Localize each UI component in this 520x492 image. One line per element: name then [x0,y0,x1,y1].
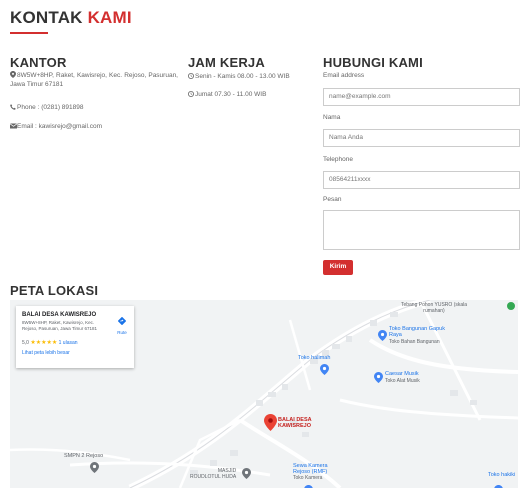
kantor-address: 8W5W+8HP, Raket, Kawisrejo, Kec. Rejoso,… [10,71,178,89]
title-underline [10,32,48,34]
place-toko-halimah[interactable]: Toko halimah [298,355,330,361]
rating-value: 5,0 [22,340,29,346]
page-title-accent: KAMI [87,8,132,27]
place-toko-hakiki[interactable]: Toko hakiki [488,472,515,478]
place-balai-desa-line2: KAWISREJO [278,423,312,429]
pesan-textarea[interactable] [323,210,520,250]
route-label: Rute [117,330,127,335]
map-embed[interactable]: BALAI DESA KAWISREJO 8W5W+8HP, Raket, Ka… [10,300,518,488]
map-marker-icon [10,71,16,78]
jam-kerja-heading: JAM KERJA [188,55,265,70]
map-info-card: BALAI DESA KAWISREJO 8W5W+8HP, Raket, Ka… [16,306,134,368]
directions-icon [117,316,127,326]
kantor-phone-text: Phone : (0281) 891898 [17,104,84,111]
mosque-pin-icon[interactable] [242,466,251,484]
envelope-icon [9,123,18,129]
place-toko-bangunan-sub: Toko Bahan Bangunan [389,339,440,345]
page-title: KONTAK KAMI [10,8,132,28]
map-card-rating: 5,0 ★★★★★ 1 ulasan [22,339,78,346]
route-button[interactable]: Rute [116,312,128,335]
phone-label: Telephone [323,156,353,163]
nama-label: Nama [323,114,341,121]
place-sewa-kamera[interactable]: Sewa Kamera Rejoso (RMF) [293,463,328,475]
rating-stars-icon: ★★★★★ [30,340,58,346]
place-masjid-line2: ROUDLOTUL HUDA [190,474,237,480]
place-masjid[interactable]: MASJID ROUDLOTUL HUDA [190,468,236,480]
phone-field[interactable]: 08564211xxxx [323,171,520,189]
place-smpn[interactable]: SMPN 2 Rejoso [64,453,103,459]
map-card-title: BALAI DESA KAWISREJO [22,312,97,318]
red-location-pin-icon[interactable] [264,414,277,436]
kantor-email-text: Email : kawisrejo@gmail.com [17,123,102,130]
map-card-address: 8W5W+8HP, Raket, Kawisrejo, Kec. Rejoso,… [22,320,98,331]
hubungi-heading: HUBUNGI KAMI [323,55,423,70]
shopping-pin-icon[interactable] [494,480,503,488]
green-pin-icon [506,300,516,316]
phone-icon [10,104,16,110]
jam-kerja-line1-text: Senin - Kamis 08.00 - 13.00 WIB [195,73,290,80]
place-caesar-sub: Toko Alat Musik [385,378,420,384]
email-label: Email address [323,72,365,79]
email-field[interactable]: name@example.com [323,88,520,106]
kantor-address-text: 8W5W+8HP, Raket, Kawisrejo, Kec. Rejoso,… [10,72,178,88]
peta-heading: PETA LOKASI [10,283,99,298]
clock-icon [188,73,194,79]
shopping-pin-icon[interactable] [320,362,329,380]
kantor-phone: Phone : (0281) 891898 [10,103,84,112]
jam-kerja-line2-text: Jumat 07.30 - 11.00 WIB [195,91,267,98]
shopping-pin-icon[interactable] [374,370,383,388]
clock-icon [188,91,194,97]
shopping-pin-icon[interactable] [304,480,313,488]
kantor-heading: KANTOR [10,55,67,70]
place-tebang[interactable]: Tebang Pohon YUSRO (skala rumahan) [398,302,470,314]
shopping-pin-icon[interactable] [378,328,387,346]
kantor-email: Email : kawisrejo@gmail.com [9,122,102,131]
school-pin-icon[interactable] [90,460,99,478]
reviews-link[interactable]: 1 ulasan [59,340,78,346]
page-title-main: KONTAK [10,8,88,27]
place-balai-desa[interactable]: BALAI DESA KAWISREJO [278,417,312,429]
place-toko-bangunan[interactable]: Toko Bangunan Gapuk Raya [389,326,449,338]
pesan-label: Pesan [323,196,342,203]
nama-field[interactable]: Nama Anda [323,129,520,147]
jam-kerja-line1: Senin - Kamis 08.00 - 13.00 WIB [188,72,290,81]
kirim-button[interactable]: Kirim [323,260,353,275]
place-caesar[interactable]: Caesar Musik [385,371,419,377]
larger-map-link[interactable]: Lihat peta lebih besar [22,350,70,356]
jam-kerja-line2: Jumat 07.30 - 11.00 WIB [188,90,266,99]
